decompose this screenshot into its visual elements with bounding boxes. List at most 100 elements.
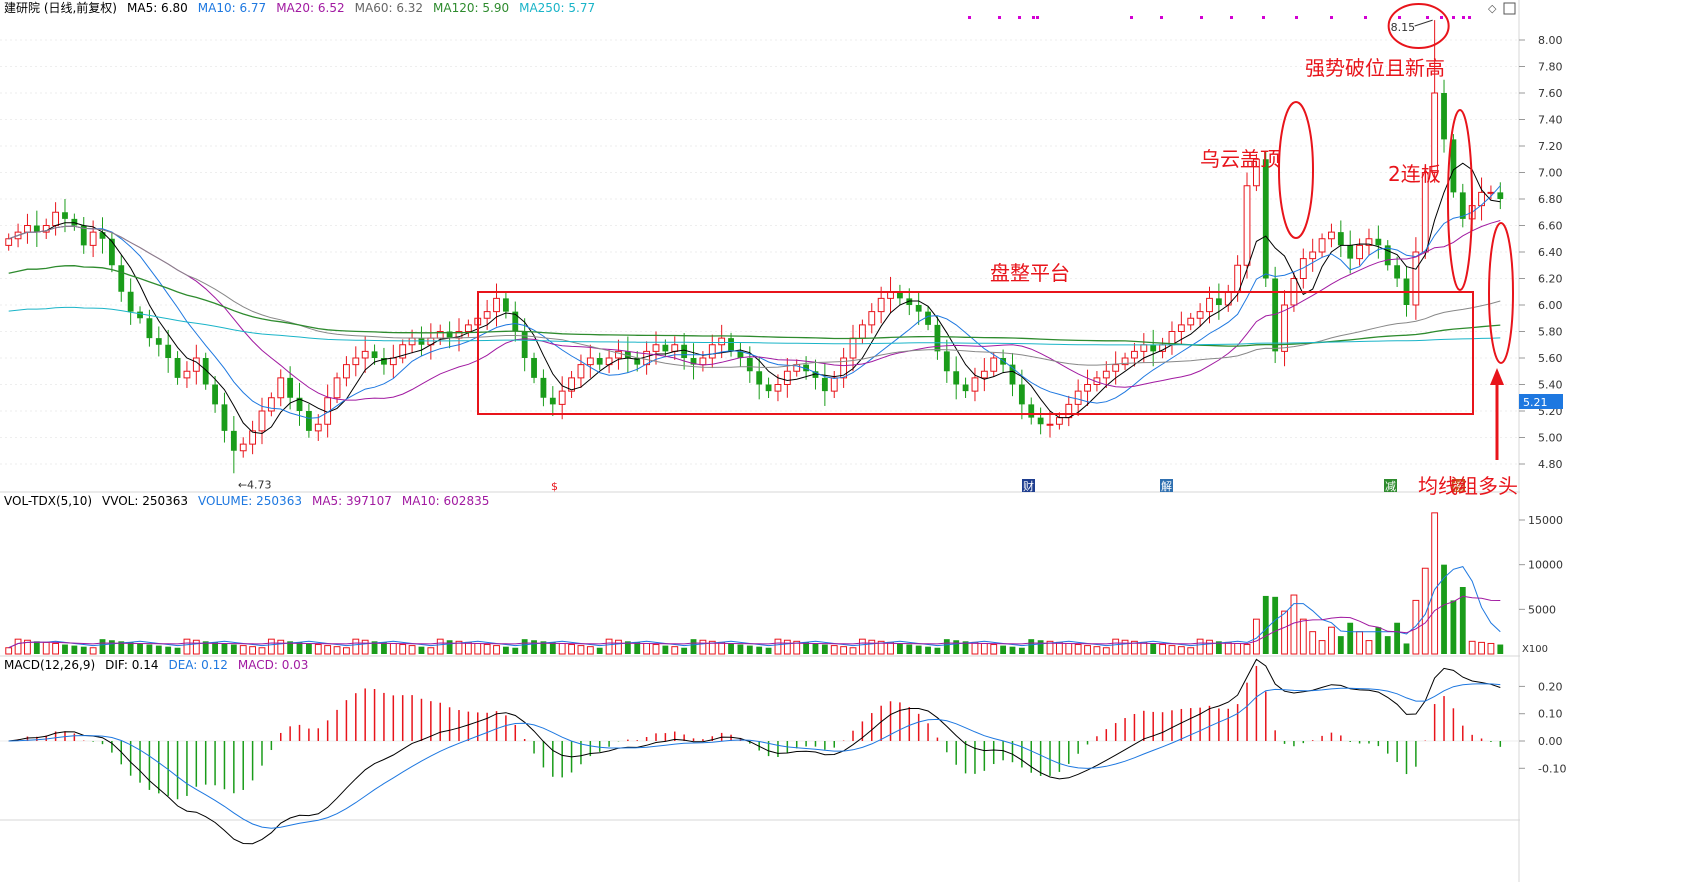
- volume-bar: [521, 639, 528, 654]
- volume-bar: [558, 642, 566, 655]
- candle-body: [1441, 93, 1447, 140]
- volume-bar: [192, 639, 200, 655]
- candle-body: [5, 238, 13, 246]
- candle-body: [1215, 298, 1222, 305]
- volume-bar: [1102, 647, 1110, 655]
- volume-bar: [1084, 645, 1091, 655]
- price-tick-label: 4.80: [1538, 458, 1563, 471]
- volume-bar: [1000, 645, 1007, 654]
- volume-bar: [352, 638, 360, 655]
- volume-bar: [399, 644, 407, 655]
- volume-bar: [953, 640, 960, 654]
- volume-tick-label: 10000: [1528, 559, 1563, 572]
- candle-body: [681, 344, 688, 358]
- volume-bar: [108, 640, 115, 654]
- candle-body: [765, 384, 772, 392]
- bull-ma-ellipse: [1488, 222, 1514, 364]
- candle-body: [1394, 265, 1401, 279]
- volume-bar: [408, 645, 416, 655]
- candle-body: [230, 430, 237, 451]
- volume-bar: [605, 638, 613, 655]
- price-tick-label: 7.80: [1538, 61, 1563, 74]
- candle-body: [756, 371, 763, 385]
- candle-body: [868, 311, 876, 326]
- kline-chart-svg: 8.00 7.80 7.60 7.40 7.20 7.00 6.80 6.60 6.40 6.20…: [0, 0, 1681, 882]
- signal-dot: [1262, 16, 1265, 19]
- volume-bar: [1281, 610, 1288, 655]
- volume-bar: [1187, 647, 1195, 655]
- volume-bar: [89, 647, 97, 655]
- volume-bar: [1018, 647, 1025, 654]
- candle-body: [267, 397, 275, 412]
- candle-body: [1065, 403, 1073, 419]
- candle-body: [915, 305, 922, 312]
- candle-body: [652, 344, 660, 352]
- candle-body: [1187, 317, 1195, 326]
- candle-body: [502, 298, 509, 312]
- macd-tick-label: -0.10: [1538, 762, 1566, 775]
- candle-body: [540, 377, 547, 398]
- candle-body: [89, 231, 97, 246]
- candle-body: [990, 357, 998, 372]
- volume-bar: [1243, 644, 1251, 655]
- volume-bar: [1150, 643, 1157, 654]
- volume-bar: [737, 644, 744, 654]
- candle-body: [212, 384, 218, 405]
- volume-bar: [249, 646, 257, 655]
- candle-body: [24, 225, 31, 233]
- volume-bar: [1028, 639, 1035, 654]
- volume-bar: [277, 639, 285, 655]
- candle-body: [99, 232, 106, 239]
- macd-tick-label: 0.20: [1538, 680, 1563, 693]
- volume-bar: [765, 647, 772, 654]
- volume-bar: [1234, 642, 1242, 655]
- signal-dot: [1032, 16, 1035, 19]
- candle-body: [493, 297, 500, 313]
- volume-bar: [1055, 641, 1063, 655]
- volume-bar: [615, 639, 622, 655]
- candle-body: [333, 377, 341, 399]
- volume-bar: [652, 644, 660, 655]
- signal-dot: [1364, 16, 1367, 19]
- candle-body: [314, 423, 322, 432]
- volume-bar: [324, 645, 332, 655]
- volume-bar: [230, 644, 237, 654]
- price-tick-label: 7.60: [1538, 87, 1563, 100]
- volume-bar: [830, 645, 838, 655]
- price-tick-label: 6.80: [1538, 193, 1563, 206]
- volume-bar: [381, 642, 387, 654]
- signal-dot: [1330, 16, 1333, 19]
- volume-bar: [502, 646, 509, 654]
- event-tag: $: [551, 480, 558, 493]
- price-tick-label: 7.20: [1538, 140, 1563, 153]
- signal-dot: [1130, 16, 1133, 19]
- signal-dot: [1018, 16, 1021, 19]
- volume-bar: [267, 638, 275, 655]
- candle-body: [708, 344, 716, 359]
- candle-body: [1262, 159, 1269, 279]
- volume-bar: [62, 644, 68, 654]
- candle-body: [464, 324, 472, 332]
- candle-body: [962, 384, 969, 392]
- candle-body: [1074, 390, 1082, 405]
- candle-body: [1055, 417, 1063, 425]
- dea-line: [8, 683, 1501, 829]
- macd-tick-label: 0.00: [1538, 735, 1563, 748]
- volume-bar: [577, 645, 585, 655]
- candle-body: [531, 358, 537, 378]
- signal-dot: [998, 16, 1001, 19]
- volume-bar: [925, 646, 931, 654]
- volume-bar: [1365, 640, 1373, 655]
- volume-bar: [934, 647, 941, 654]
- candle-body: [1140, 344, 1148, 352]
- volume-bar: [1009, 646, 1016, 654]
- candle-body: [418, 338, 425, 345]
- candle-body: [728, 338, 734, 352]
- event-tag: 减: [1385, 480, 1396, 493]
- candle-body: [277, 377, 285, 399]
- volume-bar: [436, 638, 444, 655]
- volume-bar: [1431, 512, 1439, 655]
- volume-bar: [137, 643, 143, 654]
- candle-body: [1356, 244, 1363, 260]
- candle-body: [980, 370, 988, 379]
